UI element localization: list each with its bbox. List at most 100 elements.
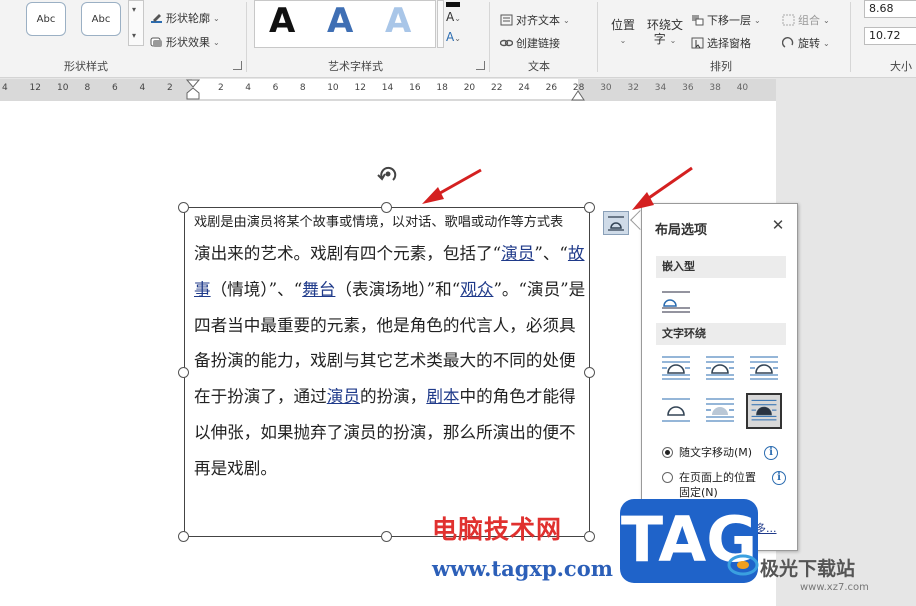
group-label-wordart-styles: 艺术字样式 [328,60,383,73]
link-actor-2[interactable]: 演员 [327,387,360,406]
shape-style-thumb-2[interactable]: Abc [81,2,121,36]
link-script[interactable]: 剧本 [426,387,459,406]
resize-handle-left[interactable] [178,367,189,378]
radio-label-2: 固定(N) [679,486,718,499]
ruler-tick-label: 40 [736,83,749,93]
text-run: ”、“ [534,244,568,263]
ruler-tick-label: 12 [29,83,41,93]
align-text-button[interactable]: 对齐文本 ⌄ [500,12,570,28]
right-indent-marker-icon[interactable] [571,89,585,101]
close-icon[interactable]: ✕ [769,216,787,234]
wrap-text-label-2: 字 [653,32,666,46]
info-icon[interactable]: i [772,471,786,485]
group-label-text: 文本 [528,60,550,73]
resize-handle-top-left[interactable] [178,202,189,213]
group-separator [489,2,490,72]
shape-outline-label: 形状轮廓 [166,12,210,25]
text-effects-icon[interactable]: A⌄ [446,30,461,44]
wordart-gallery[interactable]: A A A [254,0,436,48]
send-backward-button[interactable]: 下移一层 ⌄ [691,12,761,28]
dialog-launcher-icon[interactable] [233,61,242,70]
resize-handle-bottom[interactable] [381,531,392,542]
indent-marker-icon[interactable] [186,79,200,101]
wordart-sample-blue[interactable]: A [327,1,353,41]
wrap-text-label: 环绕文 [646,18,683,32]
align-text-icon [500,14,513,26]
wrap-in-front-icon[interactable] [746,393,782,429]
ruler-tick-label: 30 [600,83,612,93]
link-stage[interactable]: 舞台 [302,280,335,299]
resize-handle-top[interactable] [381,202,392,213]
shape-outline-button[interactable]: 形状轮廓 ⌄ [150,10,220,26]
watermark-site-name: 电脑技术网 [432,515,563,544]
rotate-button[interactable]: 旋转 ⌄ [782,35,830,51]
wrap-through-icon[interactable] [746,351,782,387]
group-button[interactable]: 组合 ⌄ [782,12,830,28]
shape-effects-icon [150,37,162,47]
resize-handle-bottom-right[interactable] [584,531,595,542]
info-icon[interactable]: i [764,446,778,460]
link-actor[interactable]: 演员 [501,244,534,263]
ruler-tick-label: 8 [299,83,306,93]
radio-button-checked[interactable] [662,447,673,458]
text-fill-color-icon[interactable] [446,2,460,7]
shape-width-field[interactable]: 10.72 [864,27,916,45]
ruler-tick-label: 38 [709,83,721,93]
radio-button[interactable] [662,472,673,483]
text-run: （情境）”、“ [210,279,303,299]
group-label-arrange: 排列 [710,60,732,73]
section-inline: 嵌入型 [656,256,786,278]
shape-style-gallery-scroll[interactable]: ▾ ▾ [128,0,144,46]
shape-height-field[interactable]: 8.68 [864,0,916,18]
link-audience[interactable]: 观众 [460,280,493,299]
scroll-down-icon: ▾ [132,5,137,14]
wrap-square-icon[interactable] [658,351,694,387]
selection-pane-label: 选择窗格 [707,37,751,50]
ribbon: Abc Abc ▾ ▾ 形状轮廓 ⌄ 形状效果 ⌄ 形状样式 A A A A⌄ A⌄… [0,0,916,78]
group-separator [246,2,247,72]
layout-options-button[interactable] [603,211,629,235]
group-icon [782,14,795,26]
group-separator [850,2,851,72]
ruler-tick-label: 36 [682,83,694,93]
wrap-inline-icon[interactable] [658,284,694,320]
chevron-down-icon: ⌄ [823,38,830,48]
chevron-down-icon: ⌄ [619,36,627,45]
ruler-tick-label: 20 [463,83,476,93]
watermark-xz-name: 极光下载站 [727,554,855,581]
ruler-tick-label: 6 [112,83,118,93]
text-box-content[interactable]: 戏剧是由演员将某个故事或情境，以对话、歌唱或动作等方式表 演出来的艺术。戏剧有四… [194,210,586,487]
ruler-tick-label: 10 [57,83,69,93]
rotate-handle-icon[interactable] [375,162,401,188]
wordart-sample-light[interactable]: A [385,1,411,41]
wrap-behind-text-icon[interactable] [702,393,738,429]
dialog-launcher-icon[interactable] [476,61,485,70]
shape-effects-label: 形状效果 [166,36,210,49]
shape-effects-button[interactable]: 形状效果 ⌄ [150,34,220,50]
text-run: 演出来的艺术。戏剧有四个元素，包括了“ [194,244,502,263]
send-backward-label: 下移一层 [707,14,751,27]
panel-title: 布局选项 [655,223,708,238]
position-button[interactable]: 位置 ⌄ [608,18,638,48]
resize-handle-bottom-left[interactable] [178,531,189,542]
shape-style-thumb-1[interactable]: Abc [26,2,66,36]
ruler-tick-label: 12 [354,83,366,93]
wordart-gallery-scroll[interactable] [437,0,444,48]
wrap-top-bottom-icon[interactable] [658,393,694,429]
text-paragraph: 演出来的艺术。戏剧有四个元素，包括了“演员”、“故事（情境）”、“舞台（表演场地… [194,236,586,487]
create-link-button[interactable]: 创建链接 [500,35,560,51]
selection-pane-button[interactable]: 选择窗格 [691,35,751,51]
ruler-tick-label: 8 [84,83,91,93]
text-outline-icon[interactable]: A⌄ [446,10,461,24]
horizontal-ruler[interactable]: 4 12 10 8 6 4 2 2 4 6 8 10 12 14 16 18 20 22 24 26 28 30 32 34 3… [0,79,776,101]
wrap-tight-icon[interactable] [702,351,738,387]
radio-label: 在页面上的位置 [679,471,756,484]
resize-handle-top-right[interactable] [584,202,595,213]
resize-handle-right[interactable] [584,367,595,378]
text-run: 的扮演， [359,387,427,407]
text-line: 戏剧是由演员将某个故事或情境，以对话、歌唱或动作等方式表 [194,215,564,230]
ruler-tick-label: 18 [436,83,448,93]
wordart-sample-black[interactable]: A [269,1,295,41]
align-text-label: 对齐文本 [516,14,560,27]
wrap-text-button[interactable]: 环绕文字 ⌄ [645,18,685,48]
